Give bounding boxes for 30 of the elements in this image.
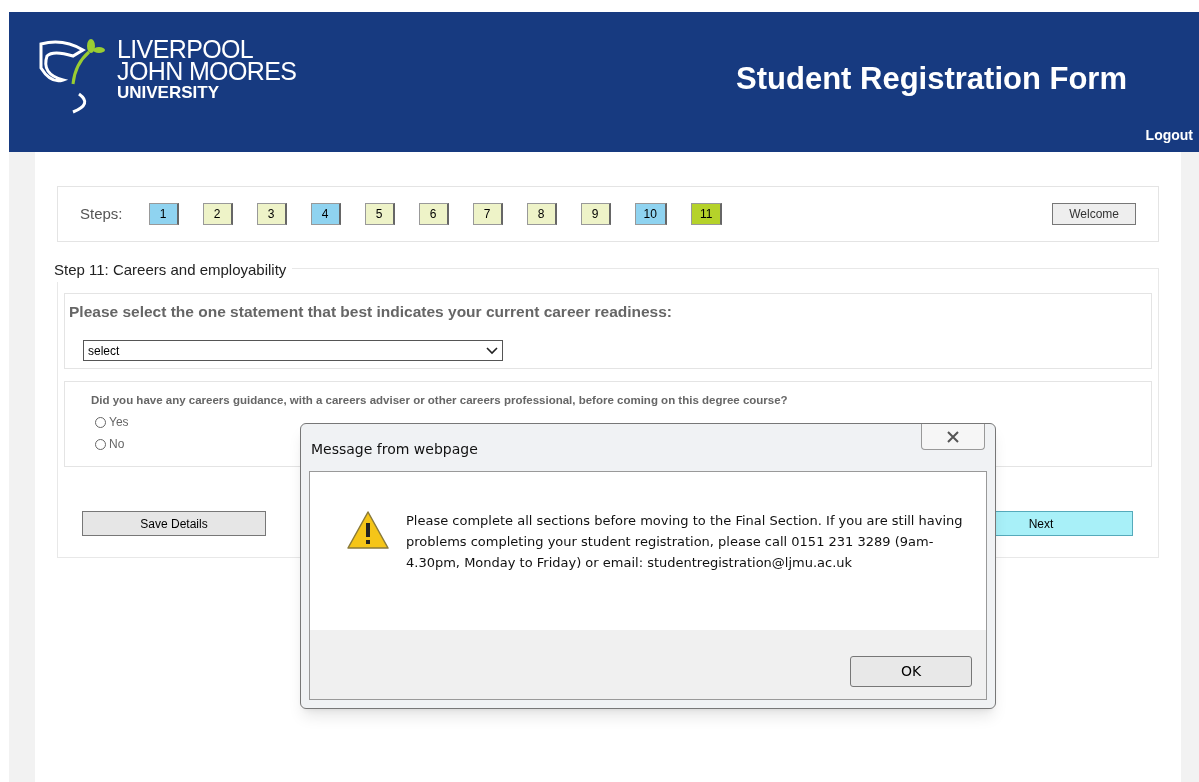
close-icon <box>946 430 960 443</box>
warning-icon <box>346 510 390 550</box>
ok-button[interactable]: OK <box>850 656 972 687</box>
chevron-down-icon <box>486 346 498 355</box>
step-button[interactable]: 5 <box>364 203 395 225</box>
logout-link[interactable]: Logout <box>1145 124 1193 146</box>
steps-label: Steps: <box>80 203 123 224</box>
step-button[interactable]: 4 <box>310 203 341 225</box>
welcome-button[interactable]: Welcome <box>1052 203 1136 225</box>
logo-text: UNIVERSITY <box>117 82 221 104</box>
step-button[interactable]: 9 <box>580 203 611 225</box>
question-text: Please select the one statement that best indicates your current career readiness: <box>69 302 674 322</box>
logo-text: JOHN MOORES <box>117 60 297 82</box>
readiness-dropdown[interactable]: select <box>83 340 503 362</box>
radio-label: No <box>109 436 125 454</box>
page-title: Student Registration Form <box>736 60 1127 98</box>
step-button[interactable]: 8 <box>526 203 557 225</box>
step-button[interactable]: 1 <box>148 203 179 225</box>
step-button[interactable]: 6 <box>418 203 449 225</box>
step-button[interactable]: 2 <box>202 203 233 225</box>
step-button[interactable]: 11 <box>690 203 723 225</box>
step-button[interactable]: 7 <box>472 203 503 225</box>
radio-label: Yes <box>109 414 129 432</box>
close-button[interactable] <box>921 424 985 450</box>
step-button[interactable]: 10 <box>634 203 667 225</box>
step-button[interactable]: 3 <box>256 203 287 225</box>
save-details-button[interactable]: Save Details <box>82 511 266 536</box>
question-text: Did you have any careers guidance, with a careers adviser or other careers professional, before coming on this degree course? <box>91 393 789 408</box>
logo-text: LIVERPOOL <box>117 38 254 60</box>
dialog-title: Message from webpage <box>311 440 478 459</box>
